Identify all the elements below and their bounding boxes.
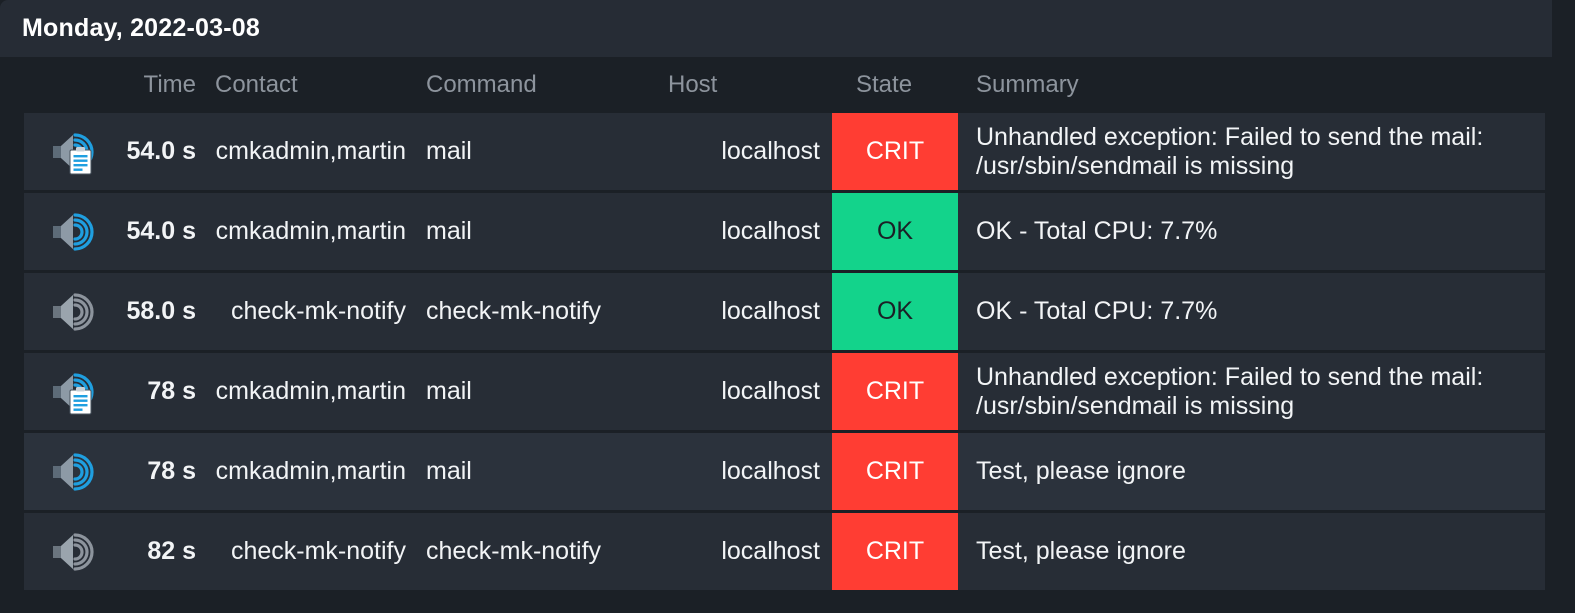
cell-command: mail xyxy=(418,433,658,510)
cell-time: 78 s xyxy=(112,353,200,430)
column-header-time[interactable]: Time xyxy=(112,57,200,113)
cell-state: CRIT xyxy=(832,513,958,590)
speaker-muted-icon[interactable] xyxy=(24,273,112,350)
column-header-contact[interactable]: Contact xyxy=(200,57,418,113)
cell-host: localhost xyxy=(658,193,832,270)
cell-time: 82 s xyxy=(112,513,200,590)
status-badge[interactable]: CRIT xyxy=(832,433,958,510)
column-header-summary[interactable]: Summary xyxy=(958,57,1545,113)
table-row[interactable]: 82 s check-mk-notify check-mk-notify localh… xyxy=(24,513,1545,590)
cell-command: check-mk-notify xyxy=(418,273,658,350)
cell-host: localhost xyxy=(658,273,832,350)
speaker-active-icon[interactable] xyxy=(24,193,112,270)
notification-log-page: Monday, 2022-03-08 Time Contact Command … xyxy=(0,0,1575,613)
cell-host: localhost xyxy=(658,113,832,190)
cell-host: localhost xyxy=(658,433,832,510)
cell-contact: check-mk-notify xyxy=(200,273,418,350)
cell-summary: Unhandled exception: Failed to send the … xyxy=(958,113,1545,190)
status-badge[interactable]: OK xyxy=(832,193,958,270)
page-title: Monday, 2022-03-08 xyxy=(22,14,260,42)
cell-summary: OK - Total CPU: 7.7% xyxy=(958,273,1545,350)
summary-text: OK - Total CPU: 7.7% xyxy=(976,217,1218,246)
cell-state: OK xyxy=(832,273,958,350)
cell-command: mail xyxy=(418,193,658,270)
cell-contact: cmkadmin,martin xyxy=(200,193,418,270)
cell-command: check-mk-notify xyxy=(418,513,658,590)
summary-text: Unhandled exception: Failed to send the … xyxy=(976,362,1484,420)
cell-state: CRIT xyxy=(832,433,958,510)
column-header-icon xyxy=(24,57,112,113)
speaker-active-icon[interactable] xyxy=(24,433,112,510)
cell-summary: Test, please ignore xyxy=(958,433,1545,510)
cell-contact: cmkadmin,martin xyxy=(200,433,418,510)
cell-state: CRIT xyxy=(832,113,958,190)
status-badge[interactable]: CRIT xyxy=(832,513,958,590)
column-header-host[interactable]: Host xyxy=(658,57,832,113)
summary-text: Test, please ignore xyxy=(976,537,1186,566)
summary-text: Unhandled exception: Failed to send the … xyxy=(976,122,1484,180)
cell-summary: Test, please ignore xyxy=(958,513,1545,590)
cell-time: 54.0 s xyxy=(112,113,200,190)
cell-host: localhost xyxy=(658,513,832,590)
speaker-muted-icon[interactable] xyxy=(24,513,112,590)
table-header-row: Time Contact Command Host State Summary xyxy=(24,57,1545,113)
cell-state: CRIT xyxy=(832,353,958,430)
summary-text: OK - Total CPU: 7.7% xyxy=(976,297,1218,326)
status-badge[interactable]: CRIT xyxy=(832,353,958,430)
notifications-table: Time Contact Command Host State Summary … xyxy=(24,57,1545,593)
cell-state: OK xyxy=(832,193,958,270)
cell-summary: Unhandled exception: Failed to send the … xyxy=(958,353,1545,430)
cell-time: 54.0 s xyxy=(112,193,200,270)
cell-command: mail xyxy=(418,353,658,430)
cell-contact: check-mk-notify xyxy=(200,513,418,590)
table-row[interactable]: 54.0 s cmkadmin,martin mail localhost OK OK -… xyxy=(24,193,1545,270)
cell-time: 58.0 s xyxy=(112,273,200,350)
table-body: 54.0 s cmkadmin,martin mail localhost CRIT Un… xyxy=(24,113,1545,590)
column-header-state[interactable]: State xyxy=(832,57,958,113)
status-badge[interactable]: CRIT xyxy=(832,113,958,190)
cell-summary: OK - Total CPU: 7.7% xyxy=(958,193,1545,270)
summary-text: Test, please ignore xyxy=(976,457,1186,486)
status-badge[interactable]: OK xyxy=(832,273,958,350)
table-row[interactable]: 58.0 s check-mk-notify check-mk-notify loca… xyxy=(24,273,1545,350)
table-row[interactable]: 78 s cmkadmin,martin mail localhost CRIT Unha… xyxy=(24,353,1545,430)
speaker-document-icon[interactable] xyxy=(24,113,112,190)
cell-contact: cmkadmin,martin xyxy=(200,353,418,430)
table-row[interactable]: 78 s cmkadmin,martin mail localhost CRIT Test… xyxy=(24,433,1545,510)
speaker-document-icon[interactable] xyxy=(24,353,112,430)
cell-time: 78 s xyxy=(112,433,200,510)
table-row[interactable]: 54.0 s cmkadmin,martin mail localhost CRIT Un… xyxy=(24,113,1545,190)
cell-command: mail xyxy=(418,113,658,190)
date-header-bar: Monday, 2022-03-08 xyxy=(0,0,1552,57)
cell-contact: cmkadmin,martin xyxy=(200,113,418,190)
column-header-command[interactable]: Command xyxy=(418,57,658,113)
cell-host: localhost xyxy=(658,353,832,430)
